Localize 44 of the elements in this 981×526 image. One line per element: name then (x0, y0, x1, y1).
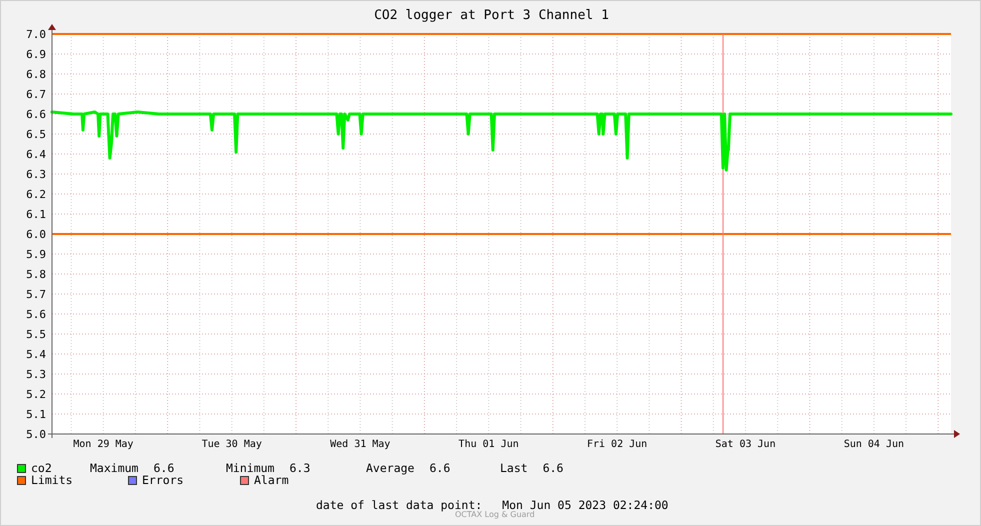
axis-label: 6.1 (26, 208, 46, 221)
axis-label: Tue 30 May (202, 439, 262, 450)
axis-label: Mon 29 May (73, 439, 134, 450)
legend-label: Limits (31, 473, 73, 487)
stat-label: Last (500, 461, 528, 475)
axis-label: 7.0 (26, 28, 46, 41)
chart-title: CO2 logger at Port 3 Channel 1 (374, 8, 609, 23)
axis-label: 6.3 (26, 168, 46, 181)
axis-label: 5.1 (26, 408, 46, 421)
axis-label: 5.5 (26, 328, 46, 341)
axis-label: 5.9 (26, 248, 46, 261)
footer-value: Mon Jun 05 2023 02:24:00 (502, 498, 668, 512)
axis-label: 6.4 (26, 148, 46, 161)
axis-label: 5.7 (26, 288, 46, 301)
axis-label: 6.2 (26, 188, 46, 201)
axis-label: 5.2 (26, 388, 46, 401)
credit-text: OCTAX Log & Guard (455, 510, 535, 519)
axis-label: 5.8 (26, 268, 46, 281)
axis-label: 6.0 (26, 228, 46, 241)
stat-label: Average (366, 461, 414, 475)
axis-label: 5.3 (26, 368, 46, 381)
axis-label: 6.8 (26, 68, 46, 81)
axis-label: Wed 31 May (330, 439, 390, 450)
axis-label: 5.4 (26, 348, 46, 361)
stat-value: 6.6 (153, 461, 174, 475)
legend-label: Errors (142, 473, 184, 487)
axis-label: 6.5 (26, 128, 46, 141)
axis-label: Sat 03 Jun (715, 439, 776, 450)
axis-label: 6.9 (26, 48, 46, 61)
footer-label: date of last data point: (316, 498, 482, 512)
stat-label: Maximum (90, 461, 138, 475)
axis-label: 5.6 (26, 308, 46, 321)
stat-label: Minimum (226, 461, 274, 475)
axis-label: 6.7 (26, 88, 46, 101)
stat-value: 6.6 (429, 461, 450, 475)
axis-label: 6.6 (26, 108, 46, 121)
axis-label: Thu 01 Jun (458, 439, 519, 450)
axis-label: Fri 02 Jun (586, 439, 648, 450)
legend-label: co2 (31, 461, 52, 475)
stat-value: 6.3 (289, 461, 310, 475)
axis-label: 5.0 (26, 428, 46, 441)
stat-value: 6.6 (542, 461, 564, 475)
legend-label: Alarm (254, 473, 289, 487)
axis-label: Sun 04 Jun (844, 439, 904, 450)
